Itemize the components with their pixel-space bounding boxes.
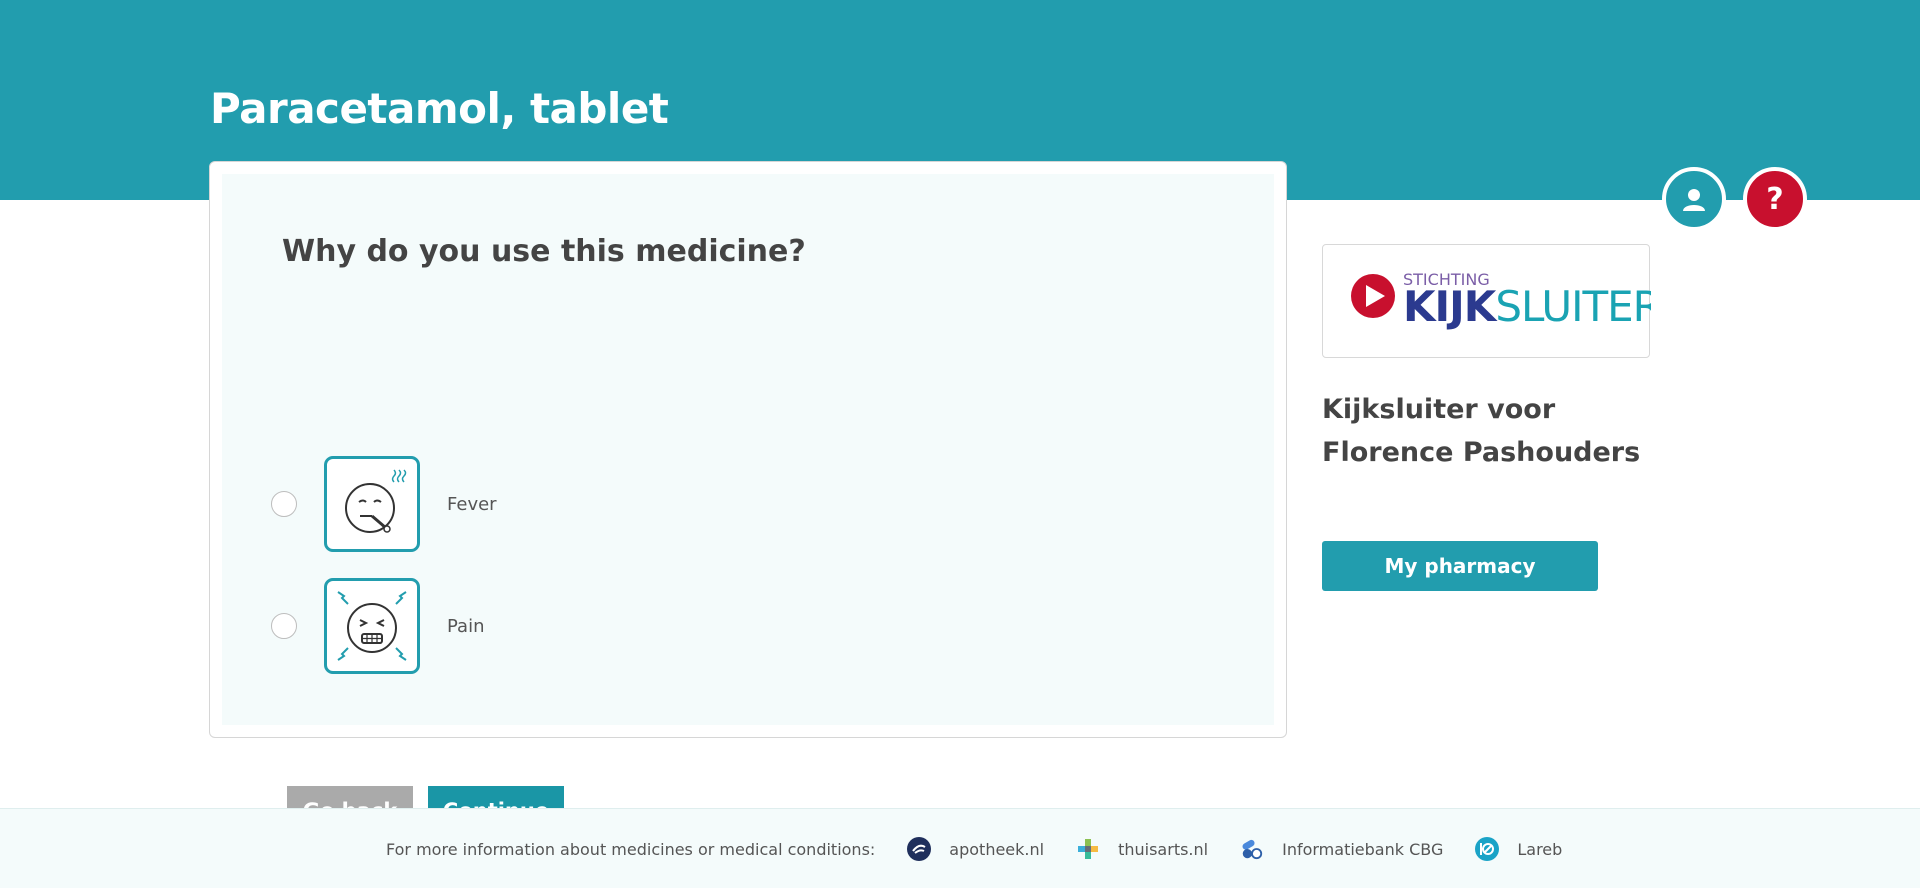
option-label-fever: Fever [447,493,497,515]
footer-link-lareb[interactable]: Lareb [1475,837,1562,861]
thuisarts-icon [1076,837,1100,861]
question-mark-icon: ? [1766,181,1784,217]
footer-link-label: Informatiebank CBG [1282,839,1444,859]
option-pain[interactable]: Pain [271,578,485,674]
option-fever[interactable]: Fever [271,456,497,552]
help-button[interactable]: ? [1743,167,1807,231]
user-icon [1683,189,1705,211]
footer-link-apotheek[interactable]: apotheek.nl [907,837,1044,861]
page-title: Paracetamol, tablet [210,84,669,133]
footer-link-thuisarts[interactable]: thuisarts.nl [1076,837,1208,861]
footer-link-label: apotheek.nl [949,839,1045,859]
svg-text:KIJKSLUITER: KIJKSLUITER [1403,282,1651,331]
apotheek-icon [907,837,932,861]
fever-face-icon [324,456,420,552]
footer-links: For more information about medicines or … [386,837,1562,861]
cbg-icon [1240,837,1264,861]
radio-pain[interactable] [271,613,297,639]
question-heading: Why do you use this medicine? [282,234,806,269]
footer: For more information about medicines or … [0,808,1920,888]
my-pharmacy-button[interactable]: My pharmacy [1322,541,1598,591]
question-panel: Why do you use this medicine? Fever Pain [222,174,1274,836]
footer-link-label: thuisarts.nl [1118,839,1209,859]
pain-face-icon [324,578,420,674]
footer-link-cbg[interactable]: Informatiebank CBG [1240,837,1443,861]
account-button[interactable] [1662,167,1726,231]
footer-link-label: Lareb [1517,839,1563,859]
radio-fever[interactable] [271,491,297,517]
option-label-pain: Pain [447,615,485,637]
footer-intro: For more information about medicines or … [386,839,876,859]
sidebar-title: Kijksluiter voor Florence Pashouders [1322,394,1641,468]
logo-kijk-text: KIJK [1403,282,1498,331]
kijksluiter-logo: STICHTING KIJKSLUITER [1322,244,1662,358]
logo-sluiter-text: SLUITER [1495,282,1651,331]
lareb-icon [1475,837,1500,861]
question-card: Why do you use this medicine? Fever Pain [209,161,1287,836]
